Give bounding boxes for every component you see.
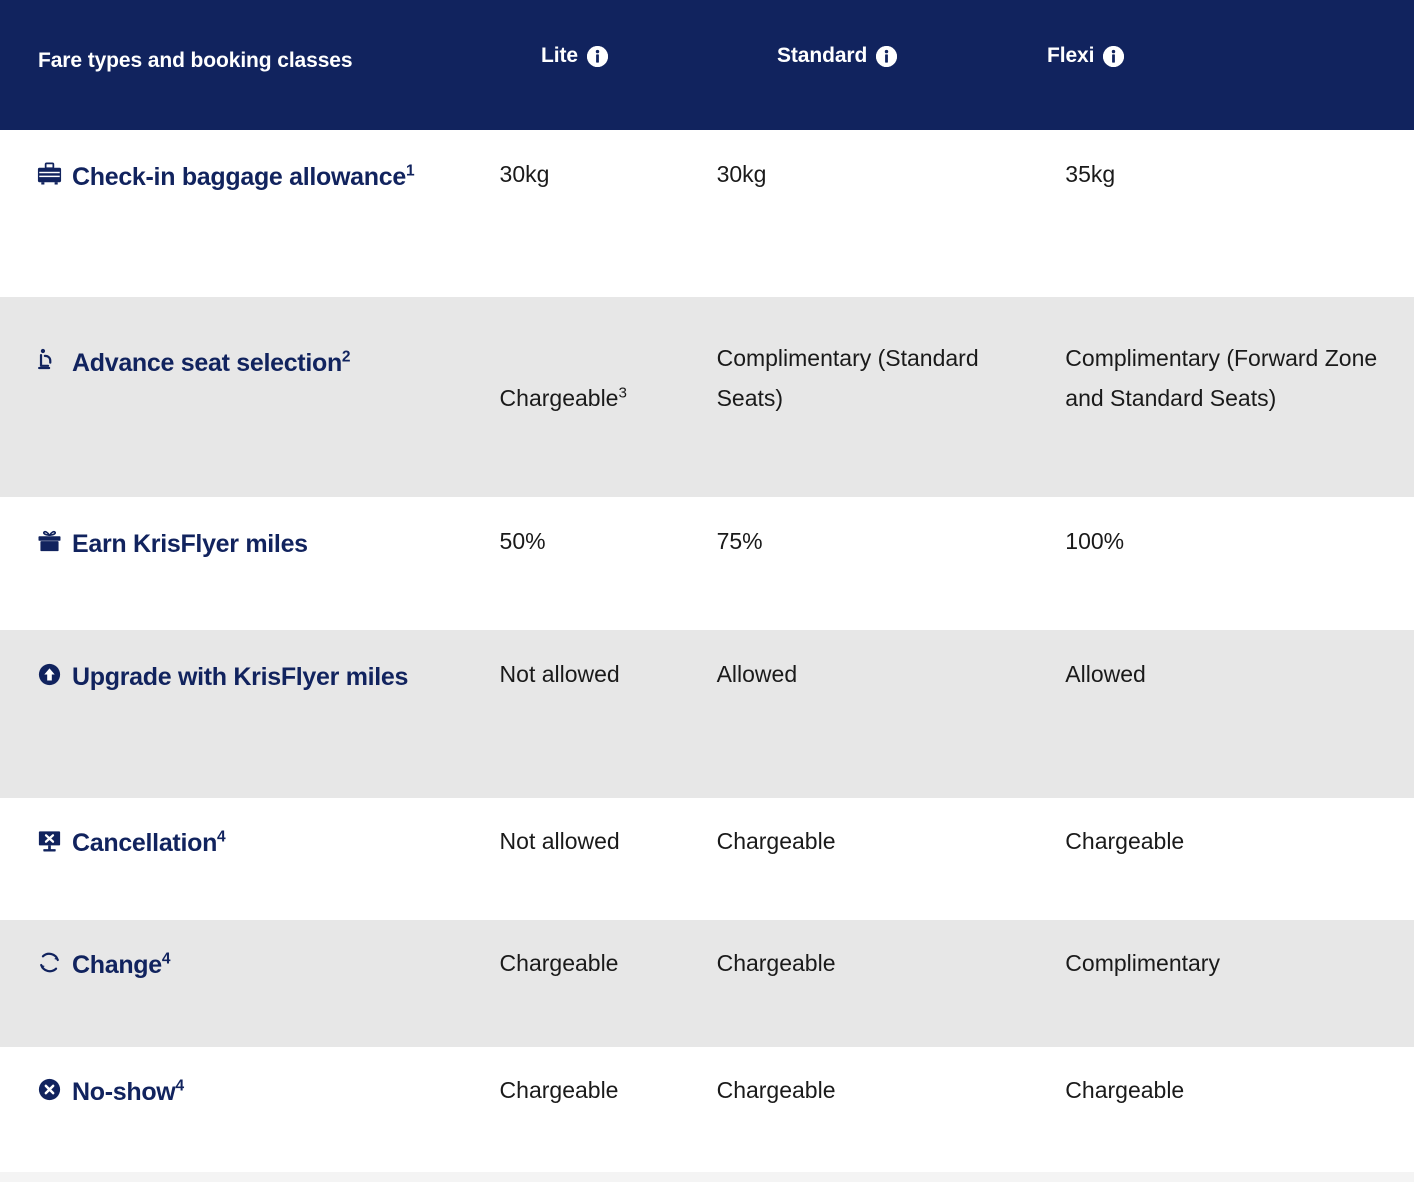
column-header-lite-label: Lite xyxy=(541,44,578,67)
row-feature-label: No-show4 xyxy=(0,1067,500,1115)
cell-standard: Chargeable xyxy=(717,1067,1066,1110)
row-label-text: Advance seat selection xyxy=(72,349,342,377)
info-icon[interactable] xyxy=(1103,45,1125,67)
cell-flexi-text: Chargeable xyxy=(1065,828,1185,854)
cell-standard-text: Chargeable xyxy=(716,950,836,976)
cell-lite-text: Not allowed xyxy=(499,661,620,687)
row-feature-label: Check-in baggage allowance1 xyxy=(0,154,500,200)
table-row: Earn KrisFlyer miles 50% 75% 100% xyxy=(0,497,1414,630)
column-header-flexi-label: Flexi xyxy=(1047,44,1095,67)
row-footnote: 4 xyxy=(161,950,171,968)
column-header-features: Fare types and booking classes xyxy=(0,49,541,81)
cell-standard-text: Chargeable xyxy=(716,1077,836,1103)
row-label-text: Check-in baggage allowance xyxy=(72,163,406,191)
row-footnote: 2 xyxy=(341,348,351,366)
cell-flexi-text: Allowed xyxy=(1065,661,1146,687)
table-bottom-divider xyxy=(0,1172,1414,1182)
cell-flexi-text: Chargeable xyxy=(1065,1077,1185,1103)
cell-lite: Chargeable xyxy=(500,940,717,983)
column-header-lite[interactable]: Lite xyxy=(541,44,777,86)
cell-standard: 30kg xyxy=(717,154,1066,194)
cell-standard-text: 75% xyxy=(716,528,763,554)
cell-standard-text: Complimentary (Standard Seats) xyxy=(716,345,979,411)
cell-flexi: 100% xyxy=(1065,521,1414,561)
cell-flexi: Allowed xyxy=(1065,654,1414,694)
cell-lite: 50% xyxy=(500,521,717,561)
row-feature-label: Earn KrisFlyer miles xyxy=(0,521,500,567)
cell-standard: 75% xyxy=(717,521,1066,561)
cell-standard: Allowed xyxy=(717,654,1066,694)
cell-flexi-text: 100% xyxy=(1065,528,1125,554)
cell-lite-text: Chargeable xyxy=(499,950,619,976)
cell-lite: Chargeable xyxy=(500,1067,717,1110)
row-footnote: 1 xyxy=(405,162,415,180)
table-row: Check-in baggage allowance1 30kg 30kg 35… xyxy=(0,130,1414,297)
cell-lite-footnote: 3 xyxy=(618,384,627,402)
table-row: No-show4 Chargeable Chargeable Chargeabl… xyxy=(0,1047,1414,1172)
row-label-text: Earn KrisFlyer miles xyxy=(72,530,308,558)
cell-standard-text: Chargeable xyxy=(716,828,836,854)
cell-standard-text: Allowed xyxy=(716,661,798,687)
table-row: Upgrade with KrisFlyer miles Not allowed… xyxy=(0,630,1414,798)
cell-standard-text: 30kg xyxy=(716,161,767,187)
cell-lite-text: Chargeable xyxy=(499,385,619,411)
row-feature-label: Change4 xyxy=(0,940,500,988)
cell-flexi: 35kg xyxy=(1065,154,1414,194)
refresh-circle-icon xyxy=(36,949,63,976)
cell-standard: Chargeable xyxy=(717,940,1066,983)
seat-icon xyxy=(36,347,63,374)
cell-flexi-text: Complimentary xyxy=(1065,950,1220,976)
suitcase-icon xyxy=(36,161,63,188)
row-feature-label: Upgrade with KrisFlyer miles xyxy=(0,654,500,700)
cell-flexi-text: 35kg xyxy=(1065,161,1116,187)
info-icon[interactable] xyxy=(586,45,608,67)
cell-flexi: Complimentary (Forward Zone and Standard… xyxy=(1065,315,1414,418)
cell-lite: Not allowed xyxy=(500,654,717,694)
cell-lite: 30kg xyxy=(500,154,717,194)
column-header-flexi[interactable]: Flexi xyxy=(1047,44,1317,86)
upgrade-arrow-icon xyxy=(36,661,63,688)
row-label-text: Cancellation xyxy=(72,829,218,857)
row-footnote: 4 xyxy=(175,1077,184,1095)
column-header-standard[interactable]: Standard xyxy=(777,44,1047,86)
cell-lite: Not allowed xyxy=(500,818,717,861)
feature-column-label: Fare types and booking classes xyxy=(38,49,353,72)
column-header-standard-label: Standard xyxy=(777,44,868,67)
cell-lite-text: Not allowed xyxy=(499,828,620,854)
table-row: Advance seat selection2 Chargeable3 Comp… xyxy=(0,297,1414,497)
fare-comparison-table: Fare types and booking classes Lite Stan… xyxy=(0,0,1414,1182)
cell-flexi-text: Complimentary (Forward Zone and Standard… xyxy=(1065,345,1378,411)
row-label-text: Change xyxy=(72,951,162,979)
cell-lite-text: 30kg xyxy=(499,161,550,187)
cell-flexi: Chargeable xyxy=(1065,1067,1414,1110)
cell-lite-text: Chargeable xyxy=(499,1077,619,1103)
cell-flexi: Complimentary xyxy=(1065,940,1414,983)
row-label-text: No-show xyxy=(72,1078,176,1106)
row-label-text: Upgrade with KrisFlyer miles xyxy=(72,663,409,691)
cell-standard: Chargeable xyxy=(717,818,1066,861)
cell-flexi: Chargeable xyxy=(1065,818,1414,861)
table-row: Cancellation4 Not allowed Chargeable Cha… xyxy=(0,798,1414,920)
cell-standard: Complimentary (Standard Seats) xyxy=(717,315,1066,418)
table-row: Change4 Chargeable Chargeable Compliment… xyxy=(0,920,1414,1047)
cancel-screen-icon xyxy=(36,827,63,854)
row-footnote: 4 xyxy=(217,828,226,846)
info-icon[interactable] xyxy=(876,45,898,67)
table-header-row: Fare types and booking classes Lite Stan… xyxy=(0,0,1414,130)
row-feature-label: Cancellation4 xyxy=(0,818,500,866)
gift-icon xyxy=(36,528,63,555)
cell-lite: Chargeable3 xyxy=(500,315,717,418)
cell-lite-text: 50% xyxy=(499,528,546,554)
x-circle-icon xyxy=(36,1076,63,1103)
row-feature-label: Advance seat selection2 xyxy=(0,315,500,386)
